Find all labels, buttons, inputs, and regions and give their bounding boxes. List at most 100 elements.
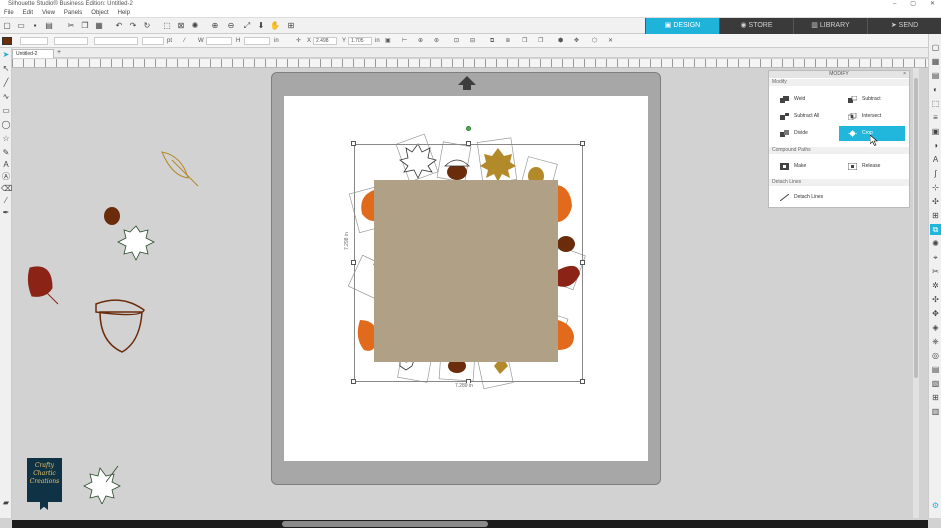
loose-artwork[interactable] — [20, 140, 210, 380]
undo-icon[interactable]: ↶ — [114, 21, 124, 31]
ellipse-tool-icon[interactable]: ◯ — [1, 120, 11, 130]
add-page-icon[interactable]: ⊞ — [286, 21, 296, 31]
zoom-out-icon[interactable]: ⊖ — [226, 21, 236, 31]
fill-gradient-icon[interactable]: ◑ — [930, 140, 941, 151]
open-file-icon[interactable]: ▭ — [16, 21, 26, 31]
clear-icon[interactable]: ✕ — [608, 37, 613, 45]
cut-icon[interactable]: ✂ — [66, 21, 76, 31]
offset-icon[interactable]: ⬡ — [592, 37, 597, 45]
line-pattern-select[interactable] — [94, 37, 138, 45]
rectangle-tool-icon[interactable]: ▭ — [1, 106, 11, 116]
minimize-button[interactable]: – — [893, 0, 896, 9]
pattern-icon[interactable]: ⬚ — [930, 98, 941, 109]
make-compound-button[interactable]: Make — [771, 159, 839, 174]
modify-panel-close-button[interactable]: × — [903, 71, 906, 78]
bring-forward-icon[interactable]: ❒ — [522, 37, 527, 45]
rotate-handle[interactable] — [466, 126, 471, 131]
lock-aspect-icon[interactable]: ▣ — [385, 37, 391, 45]
tab-send[interactable]: ➤ SEND — [867, 18, 941, 34]
page-setup-icon[interactable]: ▢ — [930, 42, 941, 53]
menu-help[interactable]: Help — [118, 9, 130, 17]
point-edit-icon[interactable]: ↖ — [1, 64, 11, 74]
eyedropper-icon[interactable]: ✒ — [1, 208, 11, 218]
intersect-button[interactable]: Intersect — [839, 109, 907, 124]
menu-edit[interactable]: Edit — [23, 9, 33, 17]
redo-icon[interactable]: ↷ — [128, 21, 138, 31]
line-style-icon[interactable]: ≡ — [930, 112, 941, 123]
puzzle-icon[interactable]: ✣ — [930, 294, 941, 305]
resize-handle-r[interactable] — [580, 260, 585, 265]
pen-tool-icon[interactable]: ✎ — [1, 148, 11, 158]
print-cut-icon[interactable]: ▥ — [930, 406, 941, 417]
knife-panel-icon[interactable]: ✂ — [930, 266, 941, 277]
settings-icon[interactable]: ✺ — [190, 21, 200, 31]
fill-color-swatch[interactable] — [2, 37, 12, 45]
line-tool-icon[interactable]: ╱ — [1, 78, 11, 88]
modify-icon[interactable]: ⧉ — [930, 224, 941, 235]
move-down-icon[interactable]: ⬇ — [256, 21, 266, 31]
align-icon[interactable]: ⊞ — [930, 210, 941, 221]
vertical-scroll-thumb[interactable] — [914, 78, 918, 378]
pan-hand-icon[interactable]: ✋ — [270, 21, 280, 31]
line-width-field[interactable] — [142, 37, 164, 45]
bring-front-icon[interactable]: ⧉ — [490, 37, 494, 45]
x-position-field[interactable]: 2.498 — [313, 37, 337, 45]
width-field[interactable] — [206, 37, 232, 45]
grid-icon[interactable]: ▦ — [930, 56, 941, 67]
add-document-button[interactable]: + — [57, 49, 61, 57]
image-icon[interactable]: ▣ — [930, 126, 941, 137]
detach-lines-button[interactable]: Detach Lines — [771, 190, 871, 205]
send-back-icon[interactable]: ⧈ — [506, 37, 510, 45]
transform-icon[interactable]: ⊹ — [930, 182, 941, 193]
layers-icon[interactable]: ◈ — [930, 322, 941, 333]
tile-icon[interactable]: ▧ — [930, 378, 941, 389]
resize-handle-t[interactable] — [466, 141, 471, 146]
height-field[interactable] — [244, 37, 270, 45]
eclips-icon[interactable]: ◎ — [930, 350, 941, 361]
horizontal-scroll-thumb[interactable] — [282, 521, 488, 527]
layer-icon[interactable]: ▰ — [1, 498, 11, 508]
eraser-tool-icon[interactable]: ⌫ — [1, 184, 12, 194]
resize-handle-l[interactable] — [351, 260, 356, 265]
gear-icon[interactable]: ⚙ — [930, 500, 941, 511]
menu-view[interactable]: View — [42, 9, 55, 17]
menu-file[interactable]: File — [4, 9, 14, 17]
text-tool-icon[interactable]: A — [1, 160, 11, 170]
subtract-button[interactable]: Subtract — [839, 92, 907, 107]
curve-tool-icon[interactable]: ∿ — [1, 92, 11, 102]
text-path-icon[interactable]: Ⓐ — [1, 172, 11, 182]
release-compound-button[interactable]: Release — [839, 159, 907, 174]
trace-panel-icon[interactable]: ⌖ — [930, 252, 941, 263]
tab-library[interactable]: ▥ LIBRARY — [793, 18, 867, 34]
send-backward-icon[interactable]: ❐ — [538, 37, 543, 45]
maximize-button[interactable]: ▢ — [910, 0, 916, 9]
fill-icon[interactable]: ◐ — [930, 84, 941, 95]
resize-handle-bl[interactable] — [351, 379, 356, 384]
resize-handle-tl[interactable] — [351, 141, 356, 146]
align-left-icon[interactable]: ⊢ — [402, 37, 407, 45]
sketch-icon[interactable]: ∫ — [930, 168, 941, 179]
copy-icon[interactable]: ❐ — [80, 21, 90, 31]
zoom-fit-icon[interactable]: ⤢ — [242, 21, 252, 31]
line-style-select[interactable] — [20, 37, 48, 45]
trace-icon[interactable]: ✥ — [574, 37, 579, 45]
emboss-icon[interactable]: ✥ — [930, 308, 941, 319]
horizontal-scrollbar[interactable] — [12, 520, 928, 528]
tab-store[interactable]: ◉ STORE — [719, 18, 793, 34]
rhinestone-icon[interactable]: ✲ — [930, 280, 941, 291]
zoom-in-icon[interactable]: ⊕ — [210, 21, 220, 31]
knife-tool-icon[interactable]: ⁄ — [1, 196, 11, 206]
maple-leaf-bottom[interactable] — [80, 462, 124, 504]
nesting-icon[interactable]: ▤ — [930, 364, 941, 375]
group-icon[interactable]: ⊡ — [454, 37, 459, 45]
align-middle-icon[interactable]: ⊛ — [434, 37, 439, 45]
save-icon[interactable]: ▪ — [30, 21, 40, 31]
tab-design[interactable]: ▣ DESIGN — [645, 18, 719, 34]
menu-panels[interactable]: Panels — [64, 9, 82, 17]
warp-icon[interactable]: ⊞ — [930, 392, 941, 403]
resize-handle-tr[interactable] — [580, 141, 585, 146]
sketch-panel-icon[interactable]: ⎈ — [930, 336, 941, 347]
select-all-icon[interactable]: ⬚ — [162, 21, 172, 31]
new-file-icon[interactable]: ▢ — [2, 21, 12, 31]
subtract-all-button[interactable]: Subtract All — [771, 109, 839, 124]
